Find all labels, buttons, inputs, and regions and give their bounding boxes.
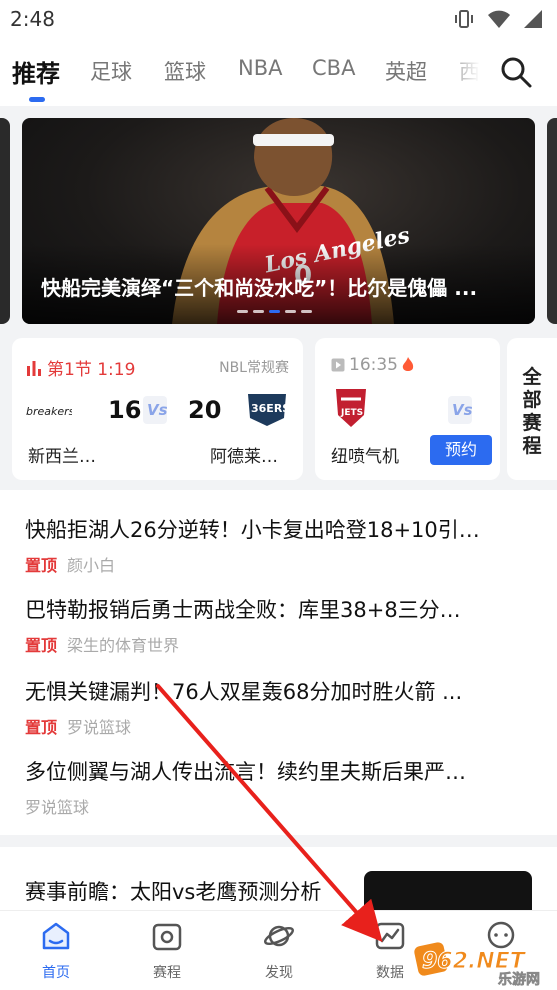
tab-recommend[interactable]: 推荐 (12, 54, 60, 89)
all-games-button[interactable]: 全部赛程 (507, 338, 557, 480)
svg-text:乐游网: 乐游网 (498, 971, 540, 988)
match-time-text: 16:35 (349, 355, 398, 375)
planet-icon (263, 925, 295, 947)
tab-basketball[interactable]: 篮球 (164, 56, 206, 86)
carousel-dot (253, 310, 264, 313)
away-score: 20 (188, 396, 222, 424)
news-source: 梁生的体育世界 (67, 636, 180, 655)
carousel-dot-active (269, 310, 280, 313)
nav-home[interactable]: 首页 (16, 919, 96, 982)
news-meta: 置顶 罗说篮球 (25, 714, 535, 738)
vs-badge: Vs (448, 396, 473, 424)
home-team-name: 新西兰… (28, 447, 96, 467)
news-title: 无惧关键漏判！76人双星轰68分加时胜火箭 ... (25, 680, 463, 704)
news-item[interactable]: 多位侧翼与湖人传出流言！续约里夫斯后果严… 罗说篮球 (25, 756, 535, 818)
svg-text:36ERS: 36ERS (251, 402, 290, 415)
svg-text:breakers: breakers (26, 405, 72, 418)
jets-logo-icon: JETS (336, 389, 366, 427)
channel-tabs: 推荐 足球 篮球 NBA CBA 英超 西 (0, 38, 557, 106)
tab-cba[interactable]: CBA (312, 56, 355, 80)
breakers-logo-icon: breakers (26, 405, 72, 418)
news-feed: 快船拒湖人26分逆转！小卡复出哈登18+10引… 置顶 颜小白 巴特勒报销后勇士… (0, 490, 557, 835)
tabs-fade (440, 38, 480, 106)
news-source: 颜小白 (67, 556, 116, 575)
wifi-icon (488, 10, 510, 28)
pinned-tag: 置顶 (25, 718, 58, 737)
news-source: 罗说篮球 (67, 718, 132, 737)
status-icons (453, 9, 543, 29)
36ers-logo-icon: 36ERS (248, 394, 290, 426)
pinned-tag: 置顶 (25, 636, 58, 655)
status-time: 2:48 (10, 7, 55, 31)
nav-schedule[interactable]: 赛程 (127, 919, 207, 982)
search-icon[interactable] (498, 54, 534, 90)
carousel-dots (237, 310, 312, 313)
news-title: 巴特勒报销后勇士两战全败：库里38+8三分… (25, 598, 461, 622)
news-meta: 置顶 梁生的体育世界 (25, 632, 535, 656)
site-watermark: 962.NET 乐游网 (414, 942, 540, 988)
pinned-tag: 置顶 (25, 556, 58, 575)
away-team-name: 阿德莱… (210, 447, 278, 467)
hot-fire-icon (402, 357, 414, 371)
news-meta: 罗说篮球 (25, 794, 535, 818)
nav-discover-label: 发现 (265, 965, 293, 981)
news-title: 快船拒湖人26分逆转！小卡复出哈登18+10引… (25, 518, 480, 542)
news-item[interactable]: 快船拒湖人26分逆转！小卡复出哈登18+10引… 置顶 颜小白 (25, 514, 535, 576)
vs-text: Vs (452, 401, 473, 419)
tab-football[interactable]: 足球 (90, 56, 132, 86)
signal-icon (524, 10, 542, 28)
news-item[interactable]: 无惧关键漏判！76人双星轰68分加时胜火箭 ... 置顶 罗说篮球 (25, 676, 535, 738)
news-title: 多位侧翼与湖人传出流言！续约里夫斯后果严… (25, 760, 466, 784)
banner-carousel[interactable]: Los Angeles 0 快船完美演绎“三个和尚没水吃”！比尔是傀儡 ... (22, 118, 535, 324)
live-status-text: 第1节 1:19 (47, 360, 136, 380)
league-name: NBL常规赛 (219, 360, 289, 376)
live-bars-icon (27, 360, 41, 376)
nav-home-label: 首页 (42, 965, 70, 981)
svg-text:962.NET: 962.NET (422, 949, 527, 974)
status-bar: 2:48 (0, 0, 557, 38)
news-item[interactable]: 巴特勒报销后勇士两战全败：库里38+8三分… 置顶 梁生的体育世界 (25, 594, 535, 656)
news-meta: 置顶 颜小白 (25, 552, 535, 576)
home-score: 16 (108, 396, 142, 424)
carousel-dot (301, 310, 312, 313)
play-icon (331, 358, 345, 372)
news-source: 罗说篮球 (25, 798, 90, 817)
live-match-card[interactable]: 第1节 1:19 NBL常规赛 breakers 16 Vs 20 36ERS … (12, 338, 303, 480)
home-icon (42, 922, 70, 950)
banner-next-slide[interactable] (547, 118, 557, 324)
tab-nba[interactable]: NBA (238, 56, 282, 80)
vibrate-icon (455, 10, 473, 28)
vs-badge: Vs (143, 396, 168, 424)
carousel-dot (237, 310, 248, 313)
tab-premier-league[interactable]: 英超 (385, 56, 427, 86)
schedule-icon (152, 923, 182, 951)
all-games-label: 全部赛程 (522, 366, 542, 457)
upcoming-match-card[interactable]: 16:35 JETS Vs 纽喷气机 预约 (315, 338, 500, 480)
vs-text: Vs (147, 401, 168, 419)
live-status: 第1节 1:19 (26, 355, 135, 380)
reserve-button[interactable]: 预约 (430, 435, 492, 465)
banner-title: 快船完美演绎“三个和尚没水吃”！比尔是傀儡 ... (41, 276, 478, 300)
chart-icon (375, 922, 405, 950)
nav-discover[interactable]: 发现 (239, 919, 319, 982)
tab-indicator (29, 97, 45, 102)
carousel-dot (285, 310, 296, 313)
match-time: 16:35 (331, 355, 414, 375)
nav-schedule-label: 赛程 (153, 965, 181, 981)
team-name: 纽喷气机 (331, 447, 399, 467)
svg-text:JETS: JETS (340, 408, 363, 418)
banner-prev-slide[interactable] (0, 118, 10, 324)
